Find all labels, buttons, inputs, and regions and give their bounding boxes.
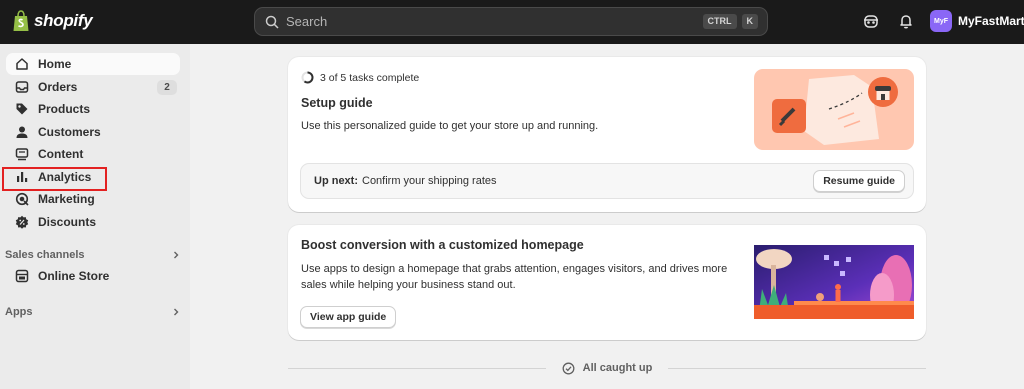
up-next-label: Up next: — [314, 175, 358, 187]
sidebar-item-label: Discounts — [38, 215, 97, 229]
setup-progress: 3 of 5 tasks complete — [301, 71, 419, 84]
store-name: MyFastMart — [958, 14, 1024, 28]
setup-guide-description: Use this personalized guide to get your … — [301, 120, 599, 132]
bell-icon[interactable] — [897, 12, 915, 30]
homepage-card-description-2: sales while helping your business stand … — [301, 279, 516, 291]
up-next-banner: Up next: Confirm your shipping rates Res… — [300, 163, 914, 199]
shortcut-key-ctrl: CTRL — [702, 14, 737, 29]
shortcut-key-k: K — [741, 14, 758, 29]
store-menu-button[interactable]: MyF MyFastMart — [930, 10, 1024, 32]
sidekick-icon[interactable] — [862, 12, 880, 30]
search-icon — [265, 15, 279, 29]
analytics-highlight-box — [2, 167, 107, 191]
up-next-value: Confirm your shipping rates — [362, 175, 497, 187]
progress-ring-icon — [301, 71, 314, 84]
progress-text: 3 of 5 tasks complete — [320, 71, 420, 84]
check-circle-icon — [562, 362, 575, 374]
sidebar-item-label: Customers — [38, 125, 101, 139]
sidebar-item-marketing[interactable]: Marketing — [6, 188, 180, 210]
sidebar-item-discounts[interactable]: Discounts — [6, 211, 180, 233]
homepage-promo-card: Boost conversion with a customized homep… — [288, 225, 926, 340]
sidebar-item-home[interactable]: Home — [6, 53, 180, 75]
setup-guide-illustration — [754, 69, 914, 150]
sidebar-item-label: Content — [38, 147, 84, 161]
sidebar-item-label: Online Store — [38, 269, 110, 283]
setup-guide-card: 3 of 5 tasks complete Setup guide Use th… — [288, 57, 926, 212]
sidebar-item-customers[interactable]: Customers — [6, 121, 180, 143]
sidebar-item-orders[interactable]: Orders 2 — [6, 76, 180, 98]
all-caught-up-divider: All caught up — [288, 359, 927, 377]
resume-guide-button[interactable]: Resume guide — [813, 170, 905, 192]
view-app-guide-button[interactable]: View app guide — [300, 306, 397, 328]
orders-count-badge: 2 — [157, 79, 177, 95]
setup-guide-title: Setup guide — [301, 96, 373, 110]
store-avatar: MyF — [930, 10, 952, 32]
inbox-icon — [15, 81, 29, 93]
store-icon — [15, 269, 29, 283]
chevron-right-icon — [174, 308, 179, 316]
apps-section[interactable]: Apps — [5, 303, 181, 321]
sidebar-item-label: Marketing — [38, 192, 95, 206]
caught-up-label: All caught up — [546, 362, 669, 375]
homepage-card-title: Boost conversion with a customized homep… — [301, 238, 584, 252]
caught-up-text: All caught up — [582, 362, 653, 374]
sidebar-item-label: Orders — [38, 80, 78, 94]
apps-label: Apps — [5, 306, 33, 318]
sidebar: Home Orders 2 Products Customers Content — [0, 44, 190, 389]
sidebar-item-label: Home — [38, 57, 72, 71]
shopping-bag-icon — [13, 10, 29, 31]
sidebar-item-content[interactable]: Content — [6, 143, 180, 165]
sales-channels-label: Sales channels — [5, 249, 85, 261]
search-bar[interactable]: Search CTRL K — [254, 7, 768, 36]
shopify-logo[interactable]: shopify — [12, 10, 93, 32]
tag-icon — [16, 103, 28, 115]
sales-channels-section[interactable]: Sales channels — [5, 246, 181, 264]
divider-line — [288, 367, 546, 369]
home-icon — [16, 58, 28, 70]
top-bar: shopify Search CTRL K MyF MyFastMart — [0, 0, 1024, 44]
sidebar-item-online-store[interactable]: Online Store — [6, 265, 180, 287]
person-icon — [16, 126, 28, 138]
search-placeholder: Search — [286, 14, 328, 29]
content-icon — [15, 148, 29, 161]
chevron-right-icon — [174, 251, 179, 259]
divider-line — [668, 367, 927, 369]
homepage-card-description-1: Use apps to design a homepage that grabs… — [301, 263, 728, 275]
discount-icon — [15, 215, 29, 229]
logo-text: shopify — [34, 11, 93, 30]
homepage-illustration — [754, 245, 914, 319]
sidebar-item-products[interactable]: Products — [6, 98, 180, 120]
target-icon — [15, 192, 29, 206]
sidebar-item-label: Products — [38, 102, 91, 116]
